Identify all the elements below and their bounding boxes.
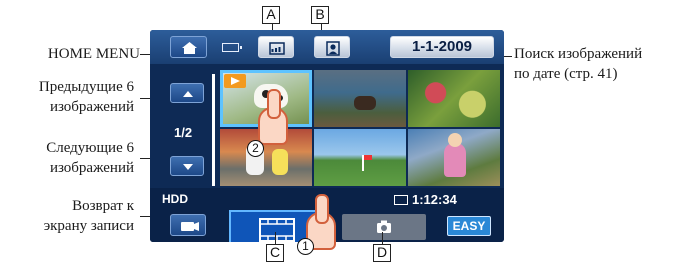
home-button[interactable] — [170, 36, 207, 58]
play-badge-icon — [224, 74, 246, 88]
return-to-record-button[interactable] — [170, 214, 206, 236]
prev-page-button[interactable] — [170, 83, 204, 103]
finger-pointer-2 — [258, 89, 288, 145]
battery-icon — [222, 43, 242, 52]
step-2-marker: 2 — [247, 140, 264, 157]
camera-record-icon — [181, 222, 199, 231]
annotation-date-search: Поиск изображений по дате (стр. 41) — [514, 46, 643, 82]
thumbnail-subject — [444, 133, 466, 177]
page-indicator: 1/2 — [174, 125, 193, 140]
callout-c-leader — [275, 232, 276, 244]
arrow-up-icon — [183, 91, 193, 97]
thumbnail-5[interactable] — [314, 129, 406, 186]
step-1-marker: 1 — [297, 238, 314, 255]
thumbnail-subject — [272, 149, 288, 175]
thumbnail-6[interactable] — [408, 129, 500, 186]
storage-label: HDD — [162, 192, 188, 206]
thumbnail-subject — [362, 155, 372, 171]
annotation-home-menu: HOME MENU — [47, 46, 140, 62]
thumbnail-subject — [354, 96, 376, 110]
annotation-next-6: Следующие 6 изображений — [46, 140, 134, 176]
callout-a: A — [262, 6, 280, 24]
face-index-button[interactable] — [314, 36, 350, 58]
date-search-button[interactable]: 1-1-2009 — [390, 36, 494, 58]
callout-d-leader — [382, 232, 383, 244]
annotation-prev-6: Предыдущие 6 изображений — [38, 79, 134, 115]
home-icon — [182, 42, 197, 54]
annotation-return: Возврат к экрану записи — [43, 198, 134, 234]
thumbnail-3[interactable] — [408, 70, 500, 127]
duration-value: 1:12:34 — [412, 192, 457, 207]
next-page-button[interactable] — [170, 156, 204, 176]
thumbnail-2[interactable] — [314, 70, 406, 127]
callout-b: B — [311, 6, 329, 24]
date-index-icon — [269, 42, 285, 55]
face-index-icon — [326, 41, 340, 56]
callout-d: D — [373, 244, 391, 262]
page-nav: 1/2 — [170, 70, 210, 190]
photo-tab[interactable] — [342, 214, 426, 240]
photo-camera-icon — [377, 220, 391, 233]
easy-button[interactable]: EASY — [447, 216, 491, 236]
duration-readout: 1:12:34 — [394, 192, 457, 207]
callout-c: C — [266, 244, 284, 262]
scrollbar[interactable] — [212, 74, 215, 186]
date-index-button[interactable] — [258, 36, 294, 58]
arrow-down-icon — [183, 164, 193, 170]
film-small-icon — [394, 195, 408, 205]
